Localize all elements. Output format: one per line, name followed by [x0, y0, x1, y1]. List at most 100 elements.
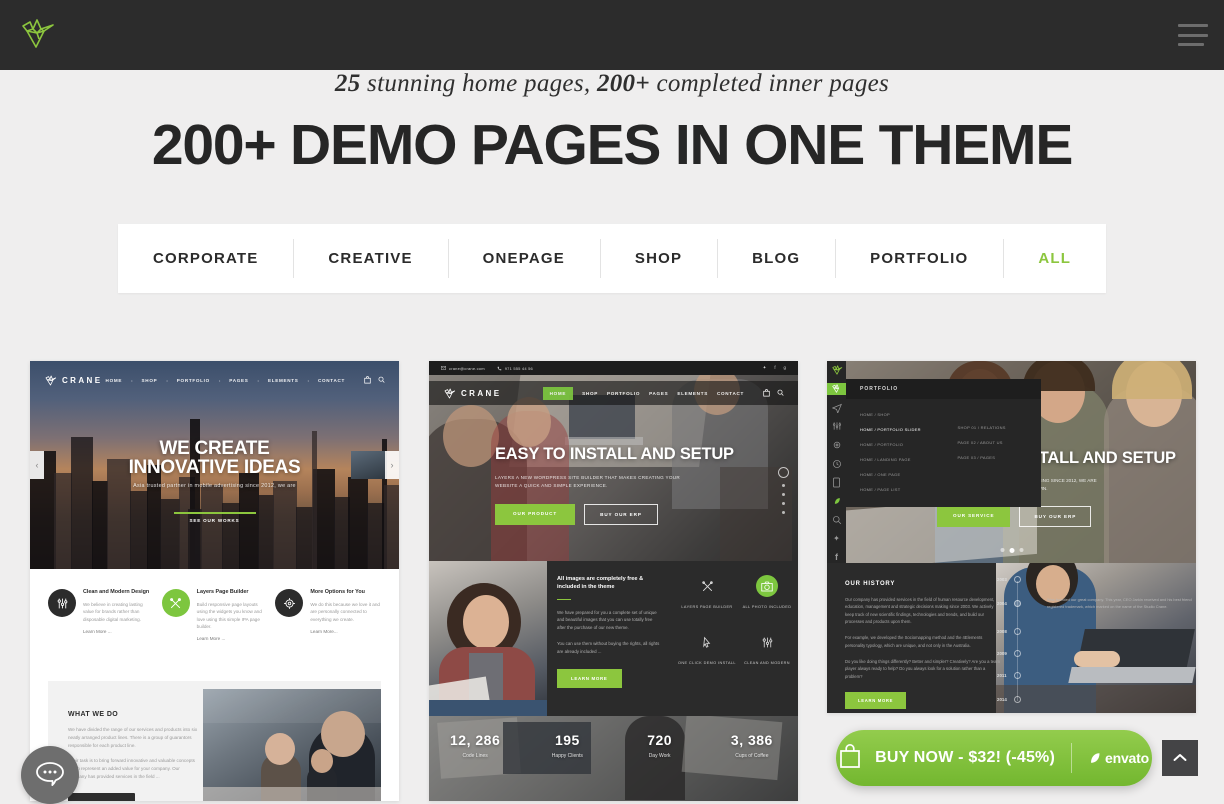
card1-feature-3[interactable]: More Options for You We do this because …	[275, 589, 381, 681]
slider-dot[interactable]	[782, 484, 785, 487]
card3-submenu-item[interactable]: PAGE 03 / PAGES	[958, 450, 1042, 465]
card3-menu-item[interactable]: HOME / LANDING PAGE	[860, 452, 944, 467]
slider-dot[interactable]	[782, 493, 785, 496]
chat-widget-button[interactable]	[21, 746, 79, 804]
card1-feature-1[interactable]: Clean and Modern Design We believe in cr…	[48, 589, 154, 681]
card3-submenu-item[interactable]: PAGE 02 / ABOUT US	[958, 435, 1042, 450]
demo-card-corporate[interactable]: CRANE HOME • SHOP • PORTFOLIO • PAGES • …	[30, 361, 399, 801]
timeline-dot[interactable]	[1014, 628, 1021, 635]
card1-prev-arrow[interactable]: ‹	[30, 451, 44, 479]
filter-tab-portfolio[interactable]: PORTFOLIO	[835, 224, 1003, 293]
card1-feature-3-link[interactable]: Learn More...	[310, 629, 381, 634]
timeline-dot[interactable]	[1014, 576, 1021, 583]
card2-slider-dots[interactable]	[778, 467, 789, 514]
timeline-dot[interactable]	[1014, 650, 1021, 657]
rail-logo-icon[interactable]	[827, 364, 846, 376]
card1-brand[interactable]: CRANE	[44, 374, 102, 387]
card3-menu-item-active[interactable]: HOME / PORTFOLIO SLIDER	[860, 422, 944, 437]
card1-slide-thumbnail[interactable]	[351, 451, 385, 479]
rail-facebook-icon[interactable]: f	[827, 551, 846, 563]
card3-slider-dots[interactable]	[1000, 548, 1023, 553]
rail-leaf-icon[interactable]	[827, 495, 846, 507]
scroll-to-top-button[interactable]	[1162, 740, 1198, 776]
shopping-bag-icon[interactable]	[763, 389, 770, 397]
filter-tab-shop[interactable]: SHOP	[599, 224, 717, 293]
card2-nav-pages[interactable]: PAGES	[649, 391, 668, 396]
facebook-icon[interactable]: f	[774, 365, 775, 371]
filter-tab-corporate[interactable]: CORPORATE	[118, 224, 293, 293]
filter-tab-creative[interactable]: CREATIVE	[293, 224, 447, 293]
timeline-dot-active[interactable]	[1014, 600, 1021, 607]
card2-email[interactable]: crane@crane.com	[441, 366, 485, 371]
rail-send-icon[interactable]	[827, 402, 846, 414]
card1-next-arrow[interactable]: ›	[385, 451, 399, 479]
hamburger-menu-icon[interactable]	[1178, 21, 1208, 49]
filter-tab-all[interactable]: ALL	[1003, 224, 1106, 293]
card1-feature-2[interactable]: Layers Page Builder Build responsive pag…	[161, 589, 268, 681]
card2-icon-feature-1[interactable]: LAYERS PAGE BUILDER	[677, 575, 737, 609]
card2-icon-feature-2[interactable]: ALL PHOTO INCLUDED	[737, 575, 797, 609]
buy-now-button[interactable]: BUY NOW - $32! (-45%) envato	[836, 730, 1152, 786]
card2-stat-2-label: Happy Clients	[551, 753, 583, 759]
crane-bird-logo[interactable]	[17, 14, 59, 56]
twitter-icon[interactable]: ✦	[763, 365, 767, 371]
demo-card-portfolio[interactable]: ✦ f PORTFOLIO HOME / SHOP HOME / PORTFOL…	[827, 361, 1196, 713]
card2-learn-more-button[interactable]: LEARN MORE	[557, 669, 622, 689]
card2-icon-feature-3[interactable]: EASY CONFIGURATION	[797, 575, 798, 609]
timeline-dot[interactable]	[1014, 672, 1021, 679]
card1-nav-shop[interactable]: SHOP	[142, 378, 158, 383]
card3-menu-item[interactable]: HOME / PORTFOLIO	[860, 437, 944, 452]
card1-feature-1-link[interactable]: Learn More ...	[83, 629, 154, 634]
card2-icon-feature-4[interactable]: ONE CLICK DEMO INSTALL	[677, 631, 737, 665]
filter-tab-blog[interactable]: BLOG	[717, 224, 835, 293]
card3-portfolio-dropdown[interactable]: PORTFOLIO HOME / SHOP HOME / PORTFOLIO S…	[846, 379, 1041, 507]
timeline-year-4: 2009	[997, 651, 1007, 656]
card3-hero-buttons: OUR SERVICE BUY OUR ERP	[937, 506, 1189, 527]
card2-nav-elements[interactable]: ELEMENTS	[677, 391, 708, 396]
rail-search-icon[interactable]	[827, 514, 846, 526]
slider-dot[interactable]	[782, 511, 785, 514]
search-icon[interactable]	[777, 389, 784, 397]
card2-secondary-button[interactable]: BUY OUR ERP	[584, 504, 658, 525]
rail-device-icon[interactable]	[827, 477, 846, 489]
card2-icon-feature-6[interactable]: FREE VIDEO TUTORIALS	[797, 631, 798, 665]
rail-twitter-icon[interactable]: ✦	[827, 533, 846, 545]
rail-sliders-icon[interactable]	[827, 420, 846, 432]
card3-menu-item[interactable]: HOME / ONE PAGE	[860, 467, 944, 482]
demo-card-creative[interactable]: crane@crane.com 971 555 44 56 ✦ f g CRAN…	[429, 361, 798, 801]
card3-learn-more-button[interactable]: LEARN MORE	[845, 692, 907, 710]
search-icon[interactable]	[378, 376, 385, 384]
card1-nav-home[interactable]: HOME	[106, 378, 123, 383]
card1-feature-2-link[interactable]: Learn More ...	[197, 636, 268, 641]
card2-icon-feature-5[interactable]: CLEAN AND MODERN	[737, 631, 797, 665]
card2-primary-button[interactable]: OUR PRODUCT	[495, 504, 576, 525]
rail-gear-icon[interactable]	[827, 439, 846, 451]
card2-phone[interactable]: 971 555 44 56	[497, 366, 533, 371]
card3-primary-button[interactable]: OUR SERVICE	[937, 506, 1011, 527]
timeline-dot[interactable]	[1014, 696, 1021, 703]
shopping-bag-icon[interactable]	[364, 376, 371, 384]
rail-home-icon[interactable]	[827, 383, 846, 395]
card3-submenu-item[interactable]: SHOP 01 / RELATIONS	[958, 407, 1042, 435]
card1-nav-contact[interactable]: CONTACT	[318, 378, 345, 383]
slider-dot[interactable]	[1000, 548, 1004, 552]
card2-nav-shop[interactable]: SHOP	[582, 391, 598, 396]
slider-dot[interactable]	[782, 502, 785, 505]
google-plus-icon[interactable]: g	[784, 365, 786, 371]
slider-dot[interactable]	[1019, 548, 1023, 552]
rail-clock-icon[interactable]	[827, 458, 846, 470]
card3-secondary-button[interactable]: BUY OUR ERP	[1019, 506, 1092, 527]
card1-hero-button[interactable]: SEE OUR WORKS	[190, 518, 240, 523]
card3-menu-item[interactable]: HOME / SHOP	[860, 407, 944, 422]
card1-nav-pages[interactable]: PAGES	[229, 378, 248, 383]
card2-brand[interactable]: CRANE	[443, 387, 501, 400]
filter-tab-onepage[interactable]: ONEPAGE	[447, 224, 600, 293]
card1-nav-elements[interactable]: ELEMENTS	[268, 378, 299, 383]
card2-nav-contact[interactable]: CONTACT	[717, 391, 744, 396]
card1-nav-portfolio[interactable]: PORTFOLIO	[177, 378, 210, 383]
card2-nav-home[interactable]: HOME	[542, 386, 574, 400]
card3-menu-item[interactable]: HOME / PAGE LIST	[860, 482, 944, 497]
card2-nav-portfolio[interactable]: PORTFOLIO	[607, 391, 640, 396]
slider-dot-active[interactable]	[778, 467, 789, 478]
slider-dot-active[interactable]	[1009, 548, 1014, 553]
